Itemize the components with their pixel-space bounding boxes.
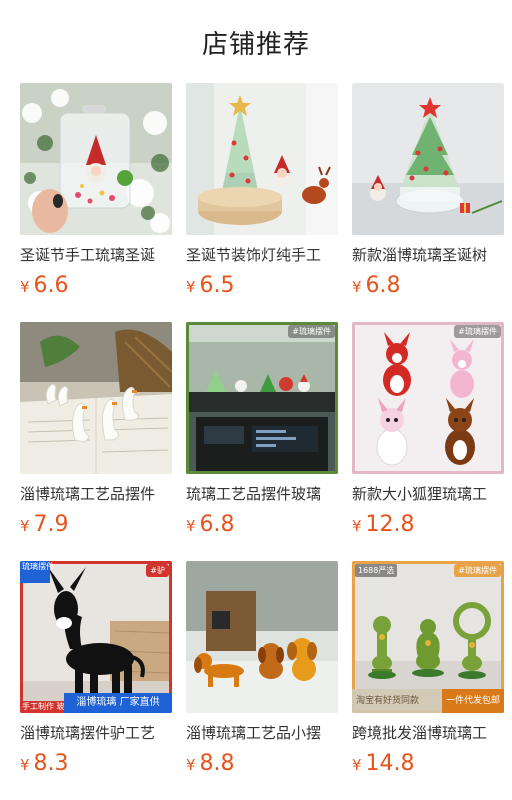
- product-price: ¥7.9: [20, 512, 172, 539]
- product-price: ¥6.5: [186, 273, 338, 300]
- product-card[interactable]: 1688严选 #琉璃摆件 淘宝有好货同款 一件代发包邮 跨境批发淄博琉璃工 ¥1…: [352, 561, 504, 800]
- product-image[interactable]: #琉璃摆件: [186, 322, 338, 474]
- image-tag: #琉璃摆件: [454, 564, 501, 577]
- promo-strip-left: 淘宝有好货同款: [356, 696, 420, 706]
- price-value: 12.8: [365, 512, 415, 537]
- currency-symbol: ¥: [352, 756, 362, 774]
- product-name[interactable]: 琉璃工艺品摆件玻璃: [186, 484, 338, 504]
- price-value: 7.9: [33, 512, 69, 537]
- currency-symbol: ¥: [186, 517, 196, 535]
- product-price: ¥8.3: [20, 751, 172, 778]
- product-image[interactable]: 琉璃摆件 #驴 手工制作 玻璃动物 淄博琉璃 厂家直供: [20, 561, 172, 713]
- product-price: ¥8.8: [186, 751, 338, 778]
- promo-banner: 淄博琉璃 厂家直供: [64, 693, 172, 713]
- promo-strip-right: 一件代发包邮: [441, 689, 504, 713]
- product-card[interactable]: #琉璃摆件 琉璃工艺品摆件玻璃 ¥6.8: [186, 322, 338, 561]
- product-card[interactable]: 圣诞节装饰灯纯手工 ¥6.5: [186, 83, 338, 322]
- price-value: 6.6: [33, 273, 69, 298]
- product-name[interactable]: 圣诞节手工琉璃圣诞: [20, 245, 172, 265]
- product-name[interactable]: 新款淄博琉璃圣诞树: [352, 245, 504, 265]
- product-price: ¥12.8: [352, 512, 504, 539]
- source-badge: 1688严选: [355, 564, 398, 577]
- product-name[interactable]: 淄博琉璃工艺品小摆: [186, 723, 338, 743]
- image-tag-bottomleft: 手工制作 玻璃动物: [20, 701, 89, 713]
- promo-strip: 淘宝有好货同款 一件代发包邮: [352, 689, 504, 713]
- price-value: 14.8: [365, 751, 415, 776]
- product-card[interactable]: 淄博琉璃工艺品小摆 ¥8.8: [186, 561, 338, 800]
- product-image[interactable]: [186, 561, 338, 713]
- price-value: 6.8: [199, 512, 235, 537]
- product-price: ¥14.8: [352, 751, 504, 778]
- page-title: 店铺推荐: [201, 30, 310, 60]
- product-grid: 圣诞节手工琉璃圣诞 ¥6.6 圣诞节装饰灯纯手工 ¥ 6.5 新款淄博琉璃圣诞树…: [20, 83, 512, 800]
- product-name[interactable]: 新款大小狐狸琉璃工: [352, 484, 504, 504]
- currency-symbol: ¥: [20, 517, 30, 535]
- currency-symbol: ¥: [186, 278, 196, 296]
- product-price: ¥6.6: [20, 273, 172, 300]
- product-card[interactable]: 圣诞节手工琉璃圣诞 ¥6.6: [20, 83, 172, 322]
- currency-symbol: ¥: [352, 278, 362, 296]
- image-tag: #琉璃摆件: [288, 325, 335, 338]
- price-value: 6.8: [365, 273, 401, 298]
- currency-symbol: ¥: [20, 756, 30, 774]
- product-image[interactable]: 1688严选 #琉璃摆件 淘宝有好货同款 一件代发包邮: [352, 561, 504, 713]
- product-price: ¥6.8: [352, 273, 504, 300]
- image-tag-topleft: 琉璃摆件: [20, 561, 54, 583]
- product-card[interactable]: 新款淄博琉璃圣诞树 ¥6.8: [352, 83, 504, 322]
- product-name[interactable]: 淄博琉璃工艺品摆件: [20, 484, 172, 504]
- product-card[interactable]: 琉璃摆件 #驴 手工制作 玻璃动物 淄博琉璃 厂家直供 淄博琉璃摆件驴工艺 ¥8…: [20, 561, 172, 800]
- price-value: 6.5: [199, 273, 235, 298]
- currency-symbol: ¥: [352, 517, 362, 535]
- currency-symbol: ¥: [186, 756, 196, 774]
- product-card[interactable]: 淄博琉璃工艺品摆件 ¥7.9: [20, 322, 172, 561]
- price-value: 8.3: [33, 751, 69, 776]
- product-image[interactable]: [20, 322, 172, 474]
- image-tag: #驴: [146, 564, 169, 577]
- product-image[interactable]: [352, 83, 504, 235]
- product-name[interactable]: 圣诞节装饰灯纯手工: [186, 245, 338, 265]
- price-value: 8.8: [199, 751, 235, 776]
- product-card[interactable]: #琉璃摆件 新款大小狐狸琉璃工 ¥12.8: [352, 322, 504, 561]
- currency-symbol: ¥: [20, 278, 30, 296]
- product-image[interactable]: #琉璃摆件: [352, 322, 504, 474]
- product-image[interactable]: [186, 83, 338, 235]
- product-name[interactable]: 跨境批发淄博琉璃工: [352, 723, 504, 743]
- product-name[interactable]: 淄博琉璃摆件驴工艺: [20, 723, 172, 743]
- product-image[interactable]: [20, 83, 172, 235]
- image-tag: #琉璃摆件: [454, 325, 501, 338]
- product-price: ¥6.8: [186, 512, 338, 539]
